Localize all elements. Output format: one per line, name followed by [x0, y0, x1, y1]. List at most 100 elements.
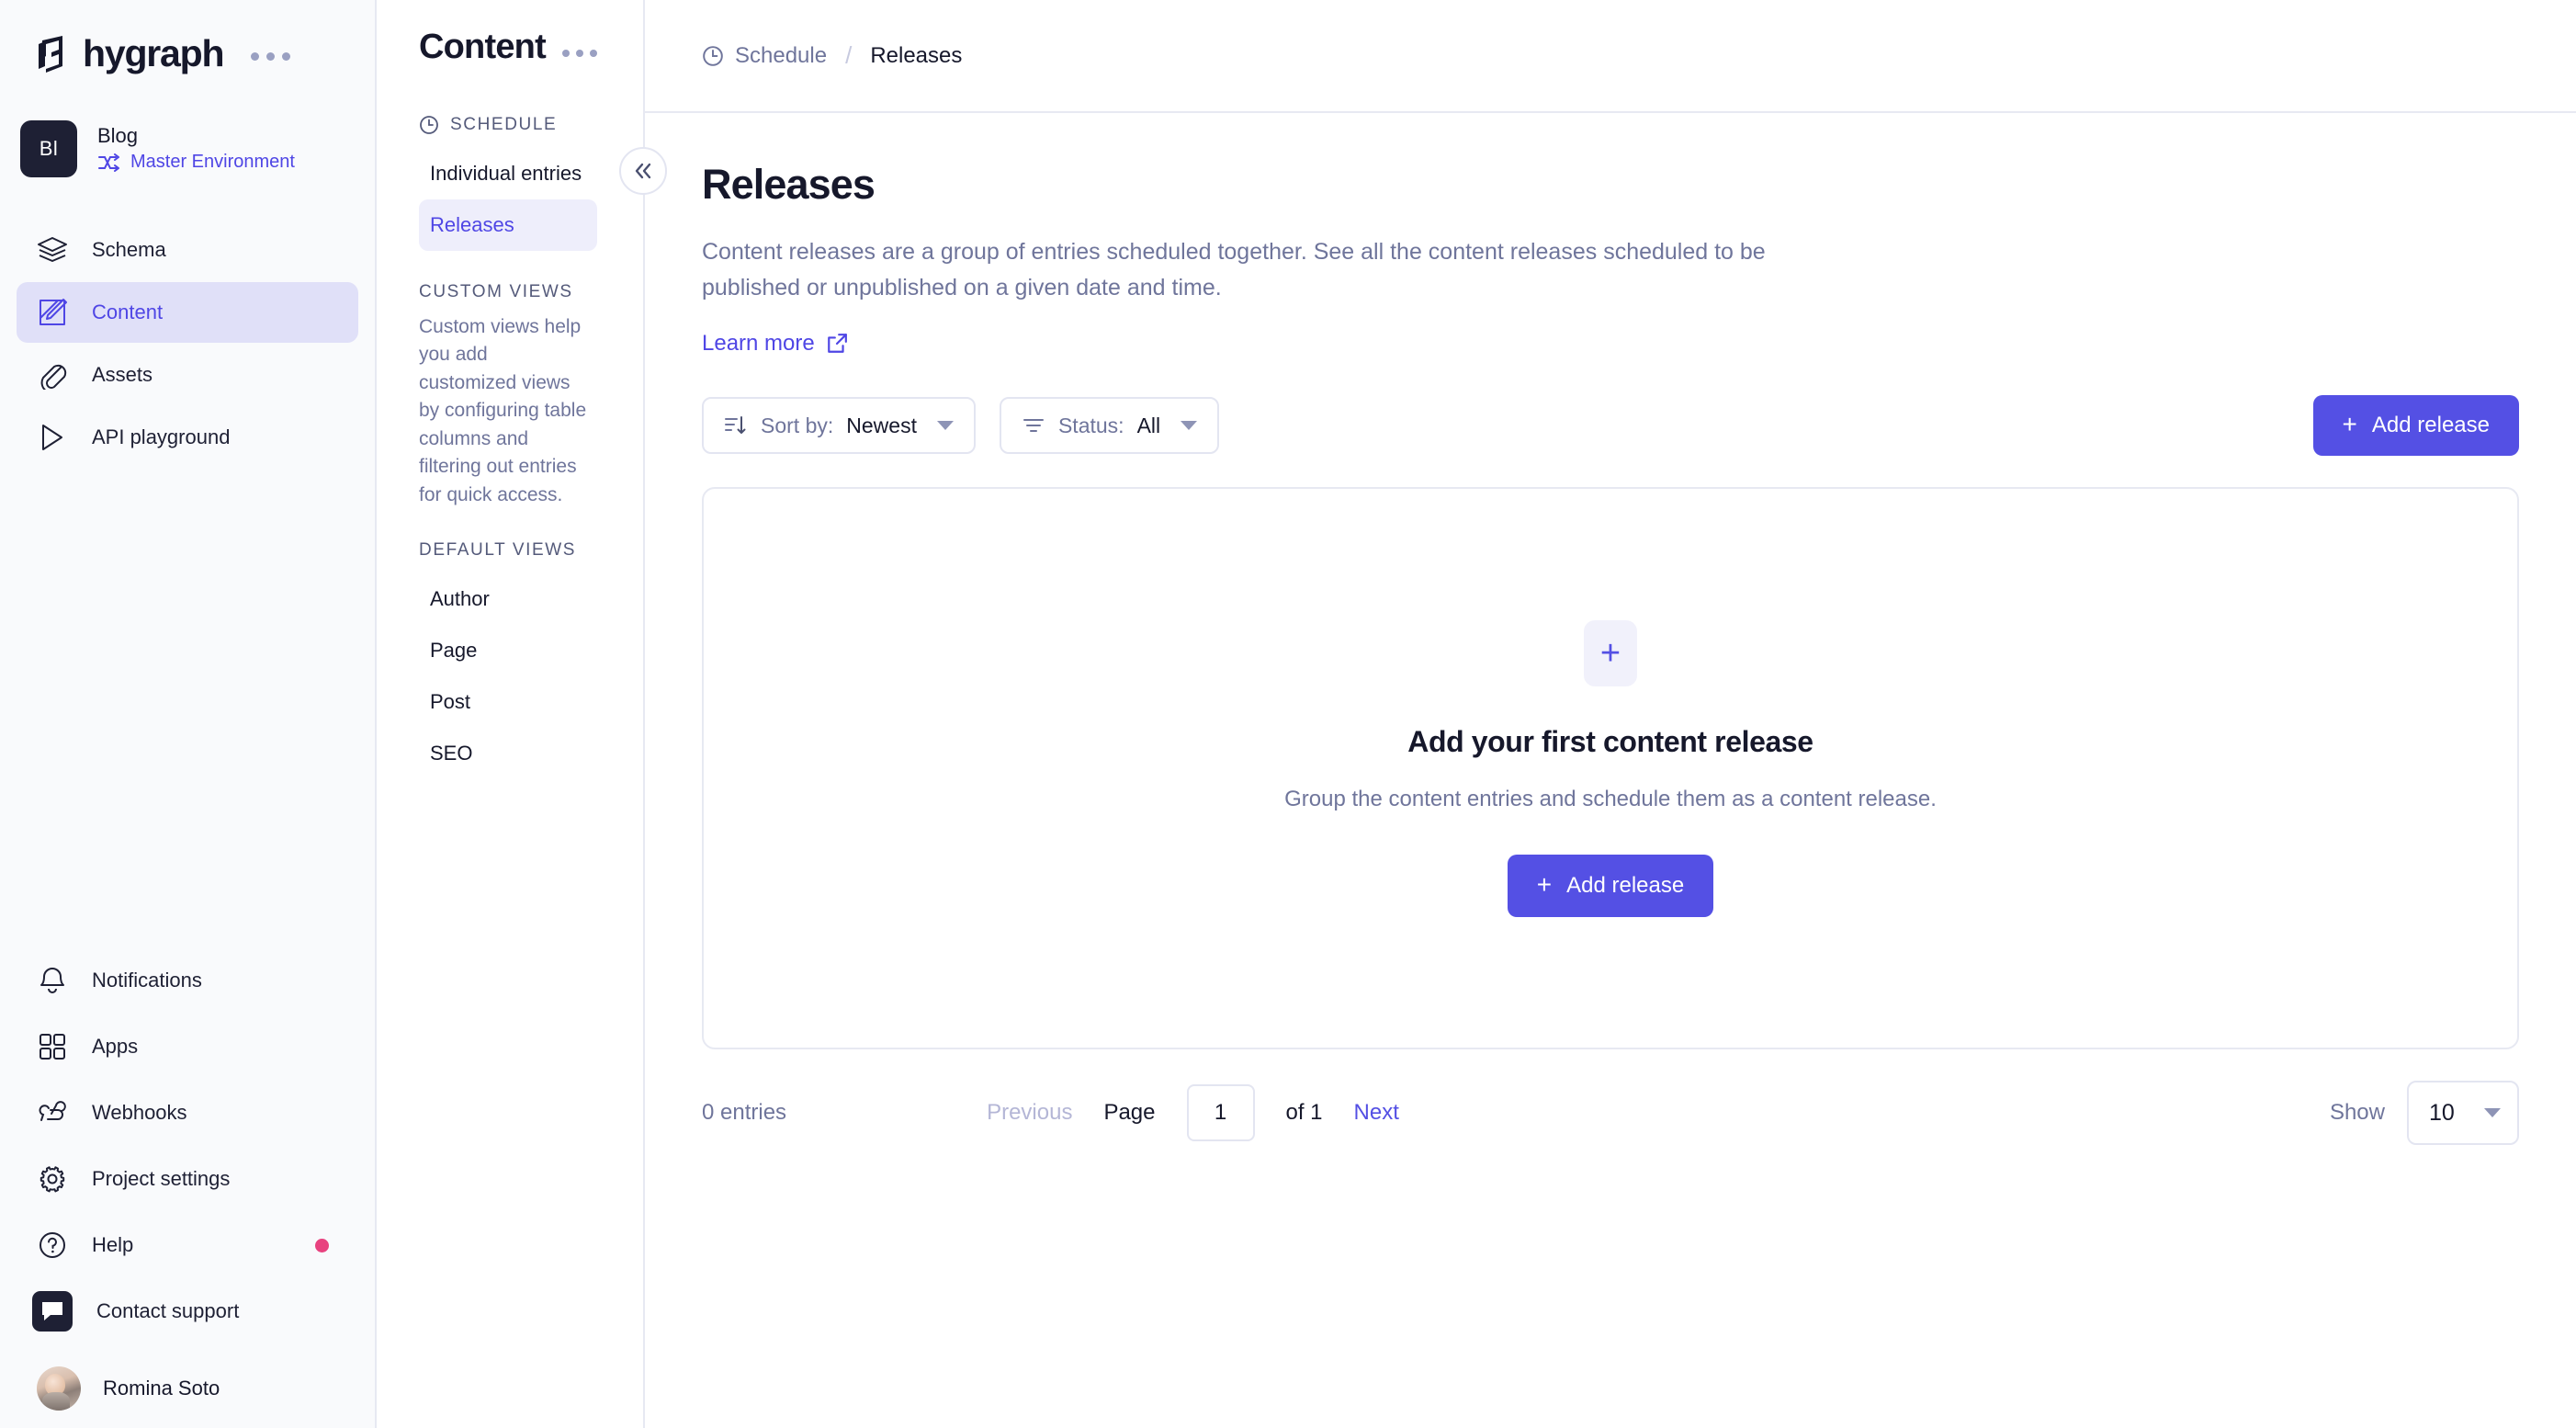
- sidebar-item-label: Content: [92, 300, 163, 324]
- brand-logo[interactable]: hygraph: [39, 35, 223, 73]
- panel-item-label: Author: [430, 587, 490, 611]
- empty-state-subtitle: Group the content entries and schedule t…: [1284, 787, 1937, 812]
- clock-icon: [419, 115, 439, 135]
- total-pages-label: of 1: [1286, 1100, 1323, 1126]
- app-root: hygraph Bl Blog Master Environment: [0, 0, 2576, 1428]
- panel-item-author[interactable]: Author: [419, 573, 597, 625]
- learn-more-label: Learn more: [702, 331, 815, 357]
- sidebar-item-contact-support[interactable]: Contact support: [17, 1279, 358, 1343]
- page-description: Content releases are a group of entries …: [702, 234, 1850, 305]
- next-page-button[interactable]: Next: [1354, 1100, 1399, 1126]
- page-number-input[interactable]: [1187, 1084, 1255, 1141]
- branch-icon: [97, 153, 121, 172]
- user-profile[interactable]: Romina Soto: [0, 1343, 375, 1428]
- panel-item-seo[interactable]: SEO: [419, 728, 597, 779]
- sidebar-item-api-playground[interactable]: API playground: [17, 407, 358, 468]
- breadcrumb-parent-label: Schedule: [735, 43, 827, 69]
- empty-state-add-release-button[interactable]: + Add release: [1508, 855, 1713, 917]
- schedule-list: Individual entries Releases: [377, 148, 643, 251]
- sidebar-item-schema[interactable]: Schema: [17, 220, 358, 280]
- status-prefix: Status:: [1058, 414, 1124, 438]
- panel-item-post[interactable]: Post: [419, 676, 597, 728]
- project-switcher[interactable]: Bl Blog Master Environment: [0, 73, 375, 177]
- panel-item-individual-entries[interactable]: Individual entries: [419, 148, 597, 199]
- chat-icon: [32, 1291, 73, 1332]
- gear-icon: [37, 1163, 68, 1195]
- learn-more-link[interactable]: Learn more: [702, 331, 848, 357]
- main-area: Schedule / Releases Releases Content rel…: [645, 0, 2576, 1428]
- default-views-section-label: DEFAULT VIEWS: [377, 540, 643, 561]
- sidebar-item-assets[interactable]: Assets: [17, 345, 358, 405]
- sidebar-item-label: Help: [92, 1233, 133, 1257]
- custom-views-description: Custom views help you add customized vie…: [377, 302, 643, 509]
- custom-views-section-label: CUSTOM VIEWS: [377, 282, 643, 302]
- sidebar-item-webhooks[interactable]: Webhooks: [17, 1081, 358, 1145]
- sidebar-item-content[interactable]: Content: [17, 282, 358, 343]
- sort-by-prefix: Sort by:: [761, 414, 833, 438]
- top-bar: Schedule / Releases: [645, 0, 2576, 113]
- collapse-panel-button[interactable]: [619, 147, 667, 195]
- panel-item-releases[interactable]: Releases: [419, 199, 597, 251]
- sidebar-item-label: API playground: [92, 425, 230, 449]
- sidebar-item-notifications[interactable]: Notifications: [17, 948, 358, 1013]
- previous-page-button[interactable]: Previous: [987, 1100, 1072, 1126]
- user-name: Romina Soto: [103, 1377, 220, 1400]
- default-views-list: Author Page Post SEO: [377, 573, 643, 779]
- sort-descending-icon: [724, 414, 748, 436]
- play-icon: [37, 422, 68, 453]
- project-initials-badge: Bl: [20, 120, 77, 177]
- status-value: All: [1137, 414, 1161, 438]
- status-filter-dropdown[interactable]: Status: All: [1000, 397, 1219, 454]
- chevron-down-icon: [1181, 421, 1197, 430]
- schedule-label-text: SCHEDULE: [450, 115, 557, 135]
- empty-state-title: Add your first content release: [1407, 725, 1813, 759]
- sidebar-item-project-settings[interactable]: Project settings: [17, 1147, 358, 1211]
- page-size-select[interactable]: 10: [2407, 1081, 2519, 1145]
- panel-item-label: Page: [430, 639, 477, 663]
- external-link-icon: [826, 333, 848, 355]
- environment-name: Master Environment: [130, 152, 295, 173]
- empty-state-button-label: Add release: [1566, 873, 1684, 899]
- chevron-down-icon: [937, 421, 954, 430]
- pagination: 0 entries Previous Page of 1 Next Show 1…: [702, 1081, 2519, 1145]
- ellipsis-icon[interactable]: [251, 52, 290, 61]
- sidebar-item-label: Project settings: [92, 1167, 230, 1191]
- ellipsis-icon[interactable]: [562, 50, 597, 57]
- filter-icon: [1022, 414, 1045, 436]
- question-circle-icon: [37, 1230, 68, 1261]
- custom-views-label-text: CUSTOM VIEWS: [419, 282, 573, 302]
- environment-row[interactable]: Master Environment: [97, 152, 295, 173]
- sidebar-item-help[interactable]: Help: [17, 1213, 358, 1277]
- panel-item-label: Individual entries: [430, 162, 582, 186]
- breadcrumb-schedule-link[interactable]: Schedule: [702, 43, 827, 69]
- sidebar-item-label: Notifications: [92, 969, 202, 992]
- pagination-controls: Previous Page of 1 Next: [987, 1084, 1399, 1141]
- add-release-button[interactable]: + Add release: [2313, 395, 2519, 456]
- primary-sidebar: hygraph Bl Blog Master Environment: [0, 0, 377, 1428]
- page-label: Page: [1103, 1100, 1155, 1126]
- layers-icon: [37, 234, 68, 266]
- grid-icon: [37, 1031, 68, 1062]
- sort-by-dropdown[interactable]: Sort by: Newest: [702, 397, 976, 454]
- releases-empty-card: + Add your first content release Group t…: [702, 487, 2519, 1049]
- panel-header: Content: [377, 0, 643, 67]
- primary-nav-bottom: Notifications Apps: [0, 948, 375, 1343]
- content-panel: Content SCHEDULE Individual entries Rele…: [377, 0, 645, 1428]
- panel-item-label: SEO: [430, 742, 472, 765]
- schedule-section-label: SCHEDULE: [377, 115, 643, 135]
- breadcrumb-current-label: Releases: [870, 43, 962, 69]
- hygraph-logo-icon: [39, 36, 70, 73]
- sort-by-value: Newest: [846, 414, 917, 438]
- add-release-label: Add release: [2372, 413, 2490, 438]
- avatar: [37, 1366, 81, 1411]
- sidebar-item-apps[interactable]: Apps: [17, 1014, 358, 1079]
- chevron-double-left-icon: [632, 162, 654, 180]
- help-badge-dot: [315, 1239, 329, 1252]
- sidebar-item-label: Schema: [92, 238, 166, 262]
- plus-icon: +: [1537, 872, 1552, 898]
- page-size-value: 10: [2429, 1100, 2455, 1127]
- project-name: Blog: [97, 125, 295, 147]
- sidebar-item-label: Apps: [92, 1035, 138, 1059]
- plus-icon: +: [1584, 620, 1637, 686]
- panel-item-page[interactable]: Page: [419, 625, 597, 676]
